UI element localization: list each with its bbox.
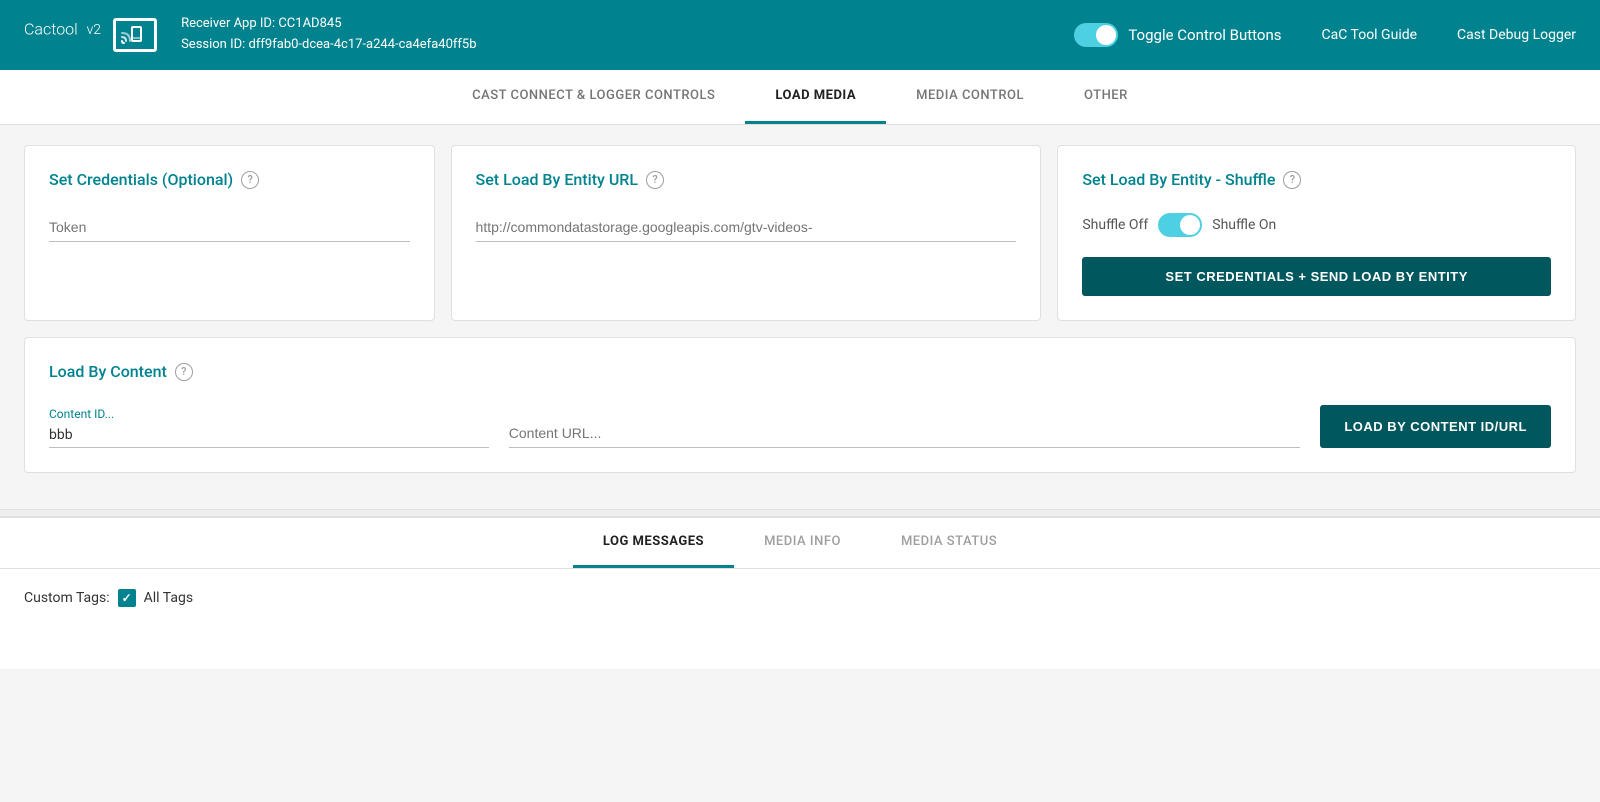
shuffle-card: Set Load By Entity - Shuffle ? Shuffle O… (1057, 145, 1576, 321)
bottom-section: LOG MESSAGES MEDIA INFO MEDIA STATUS Cus… (0, 517, 1600, 669)
receiver-app-id: Receiver App ID: CC1AD845 (181, 14, 1074, 35)
credentials-help-icon[interactable]: ? (241, 171, 259, 189)
tab-cast-connect[interactable]: CAST CONNECT & LOGGER CONTROLS (442, 70, 745, 124)
all-tags-label: All Tags (144, 590, 193, 606)
tab-media-info[interactable]: MEDIA INFO (734, 518, 871, 568)
toggle-label: Toggle Control Buttons (1128, 26, 1281, 44)
tab-media-status[interactable]: MEDIA STATUS (871, 518, 1027, 568)
content-inputs-row: Content ID... bbb LOAD BY CONTENT ID/URL (49, 405, 1551, 448)
load-content-title: Load By Content ? (49, 362, 1551, 381)
content-url-group (509, 419, 1301, 448)
content-id-label: Content ID... (49, 407, 489, 421)
shuffle-card-title: Set Load By Entity - Shuffle ? (1082, 170, 1551, 189)
load-content-help-icon[interactable]: ? (175, 363, 193, 381)
credentials-card-title: Set Credentials (Optional) ? (49, 170, 410, 189)
set-credentials-send-load-button[interactable]: SET CREDENTIALS + SEND LOAD BY ENTITY (1082, 257, 1551, 296)
top-tabs: CAST CONNECT & LOGGER CONTROLS LOAD MEDI… (0, 70, 1600, 125)
shuffle-off-label: Shuffle Off (1082, 217, 1148, 233)
header-nav: CaC Tool Guide Cast Debug Logger (1322, 27, 1577, 43)
shuffle-toggle-row: Shuffle Off Shuffle On (1082, 213, 1551, 237)
entity-url-card-title: Set Load By Entity URL ? (476, 170, 1017, 189)
cards-row: Set Credentials (Optional) ? Set Load By… (24, 145, 1576, 321)
main-content: Set Credentials (Optional) ? Set Load By… (0, 125, 1600, 509)
bottom-content-area: Custom Tags: All Tags (0, 569, 1600, 669)
cac-tool-guide-link[interactable]: CaC Tool Guide (1322, 27, 1418, 43)
custom-tags-label: Custom Tags: (24, 590, 110, 606)
tab-load-media[interactable]: LOAD MEDIA (745, 70, 886, 124)
content-url-input[interactable] (509, 419, 1301, 448)
section-divider (0, 509, 1600, 517)
session-id: Session ID: dff9fab0-dcea-4c17-a244-ca4e… (181, 35, 1074, 56)
logo-group: Cactool v2 (24, 18, 157, 52)
shuffle-toggle-switch[interactable] (1158, 213, 1202, 237)
tab-media-control[interactable]: MEDIA CONTROL (886, 70, 1054, 124)
shuffle-on-label: Shuffle On (1212, 217, 1276, 233)
tab-other[interactable]: OTHER (1054, 70, 1158, 124)
tab-log-messages[interactable]: LOG MESSAGES (573, 518, 734, 568)
cast-logo-icon (113, 18, 157, 52)
credentials-card: Set Credentials (Optional) ? (24, 145, 435, 321)
shuffle-help-icon[interactable]: ? (1283, 171, 1301, 189)
bottom-tabs: LOG MESSAGES MEDIA INFO MEDIA STATUS (0, 518, 1600, 569)
token-input[interactable] (49, 213, 410, 242)
header-ids: Receiver App ID: CC1AD845 Session ID: df… (181, 14, 1074, 56)
load-by-content-button[interactable]: LOAD BY CONTENT ID/URL (1320, 405, 1551, 448)
all-tags-checkbox[interactable] (118, 589, 136, 607)
cast-svg-icon (120, 25, 142, 45)
app-header: Cactool v2 Receiver App ID: CC1AD845 Ses… (0, 0, 1600, 70)
load-content-card: Load By Content ? Content ID... bbb LOAD… (24, 337, 1576, 473)
content-id-group: Content ID... bbb (49, 407, 489, 448)
toggle-control-buttons-group: Toggle Control Buttons (1074, 23, 1281, 47)
content-id-value[interactable]: bbb (49, 423, 489, 448)
entity-url-help-icon[interactable]: ? (646, 171, 664, 189)
entity-url-card: Set Load By Entity URL ? (451, 145, 1042, 321)
control-buttons-toggle[interactable] (1074, 23, 1118, 47)
logo-text: Cactool v2 (24, 19, 101, 52)
custom-tags-row: Custom Tags: All Tags (24, 589, 1576, 607)
entity-url-input[interactable] (476, 213, 1017, 242)
cast-debug-logger-link[interactable]: Cast Debug Logger (1457, 27, 1576, 43)
